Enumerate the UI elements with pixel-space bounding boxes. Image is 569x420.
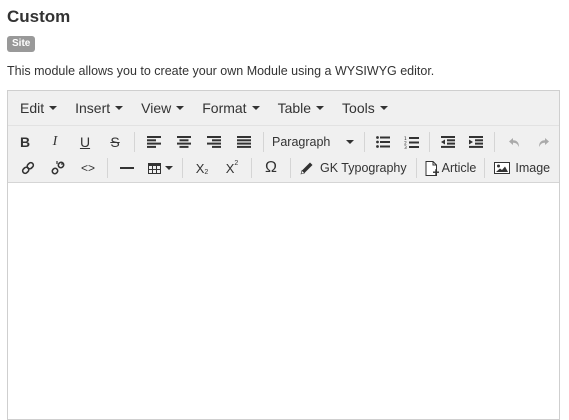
table-icon xyxy=(147,162,161,174)
table-button[interactable] xyxy=(142,155,178,181)
toolbar-divider xyxy=(484,158,486,178)
wysiwyg-editor: Edit Insert View Format Table Tools B I … xyxy=(7,90,560,420)
subscript-small: 2 xyxy=(204,168,209,176)
editor-toolbar: B I U S Paragraph 1 2 3 <> X 2 X 2 Ω GK … xyxy=(8,126,559,183)
undo-button[interactable] xyxy=(499,129,529,155)
menu-table[interactable]: Table xyxy=(269,100,333,116)
align-justify-button[interactable] xyxy=(229,129,259,155)
toolbar-divider xyxy=(429,132,430,152)
menu-table-label: Table xyxy=(277,100,312,116)
toolbar-divider xyxy=(182,158,183,178)
image-icon xyxy=(494,162,511,174)
align-right-button[interactable] xyxy=(199,129,229,155)
superscript-main: X xyxy=(225,160,235,176)
editor-content-area[interactable] xyxy=(8,183,559,419)
image-label: Image xyxy=(515,161,551,175)
gk-typography-button[interactable]: GK Typography xyxy=(295,155,412,181)
menu-view[interactable]: View xyxy=(132,100,193,116)
unlink-icon xyxy=(51,161,65,175)
add-document-icon xyxy=(425,160,439,176)
numbered-list-icon: 123 xyxy=(404,136,419,149)
underline-button[interactable]: U xyxy=(70,129,100,155)
menu-insert[interactable]: Insert xyxy=(66,100,132,116)
undo-icon xyxy=(509,137,519,147)
bullet-list-icon xyxy=(376,136,390,148)
pencil-icon xyxy=(300,162,313,175)
caret-down-icon xyxy=(251,106,260,110)
menu-view-label: View xyxy=(141,100,172,116)
italic-button[interactable]: I xyxy=(40,129,70,155)
superscript-small: 2 xyxy=(234,159,239,167)
toolbar-divider xyxy=(107,158,108,178)
align-left-button[interactable] xyxy=(139,129,169,155)
article-button[interactable]: Article xyxy=(421,155,481,181)
align-center-button[interactable] xyxy=(169,129,199,155)
format-select-value: Paragraph xyxy=(272,135,331,149)
indent-icon xyxy=(469,136,483,148)
align-left-icon xyxy=(147,136,161,148)
bold-button[interactable]: B xyxy=(10,129,40,155)
page-title: Custom xyxy=(7,7,71,26)
caret-down-icon xyxy=(379,106,388,110)
gk-typography-label: GK Typography xyxy=(320,161,407,175)
horizontal-line-button[interactable] xyxy=(112,155,142,181)
source-code-button[interactable]: <> xyxy=(73,155,103,181)
indent-button[interactable] xyxy=(462,129,490,155)
caret-down-icon xyxy=(176,106,185,110)
caret-down-icon xyxy=(115,106,124,110)
caret-down-icon xyxy=(346,140,354,144)
menu-format-label: Format xyxy=(202,100,247,116)
svg-text:3: 3 xyxy=(404,145,407,149)
menu-tools-label: Tools xyxy=(342,100,375,116)
toolbar-divider xyxy=(290,158,291,178)
article-label: Article xyxy=(441,161,477,175)
toolbar-row-2: <> X2 X2 Ω GK Typography Article Image xyxy=(13,155,555,181)
toolbar-row-1: B I U S Paragraph 1 2 3 xyxy=(10,129,559,155)
toolbar-divider xyxy=(251,158,252,178)
subscript-main: X xyxy=(195,160,205,176)
toolbar-divider xyxy=(134,132,135,152)
module-description: This module allows you to create your ow… xyxy=(7,64,435,78)
image-button[interactable]: Image xyxy=(489,155,555,181)
caret-down-icon xyxy=(316,106,325,110)
menu-format[interactable]: Format xyxy=(193,100,268,116)
editor-menubar: Edit Insert View Format Table Tools xyxy=(8,91,559,126)
strikethrough-button[interactable]: S xyxy=(100,129,130,155)
horizontal-line-icon xyxy=(120,167,134,169)
outdent-button[interactable] xyxy=(434,129,462,155)
bullet-list-button[interactable] xyxy=(369,129,397,155)
subscript-button[interactable]: X2 xyxy=(187,155,217,181)
remove-link-button[interactable] xyxy=(43,155,73,181)
align-center-icon xyxy=(177,136,191,148)
toolbar-divider xyxy=(494,132,495,152)
caret-down-icon xyxy=(164,166,173,170)
insert-link-button[interactable] xyxy=(13,155,43,181)
link-icon xyxy=(21,161,35,175)
redo-icon xyxy=(539,137,549,147)
numbered-list-button[interactable]: 123 xyxy=(397,129,425,155)
align-justify-icon xyxy=(237,136,251,148)
menu-tools[interactable]: Tools xyxy=(333,100,397,116)
superscript-button[interactable]: X2 xyxy=(217,155,247,181)
menu-edit[interactable]: Edit xyxy=(11,100,66,116)
site-badge: Site xyxy=(7,36,36,52)
align-right-icon xyxy=(207,136,221,148)
outdent-icon xyxy=(441,136,455,148)
menu-insert-label: Insert xyxy=(75,100,111,116)
caret-down-icon xyxy=(49,106,58,110)
special-character-button[interactable]: Ω xyxy=(256,155,286,181)
toolbar-divider xyxy=(364,132,365,152)
toolbar-divider xyxy=(263,132,264,152)
format-select[interactable]: Paragraph xyxy=(268,129,360,155)
toolbar-divider xyxy=(415,158,417,178)
redo-button[interactable] xyxy=(529,129,559,155)
menu-edit-label: Edit xyxy=(20,100,45,116)
